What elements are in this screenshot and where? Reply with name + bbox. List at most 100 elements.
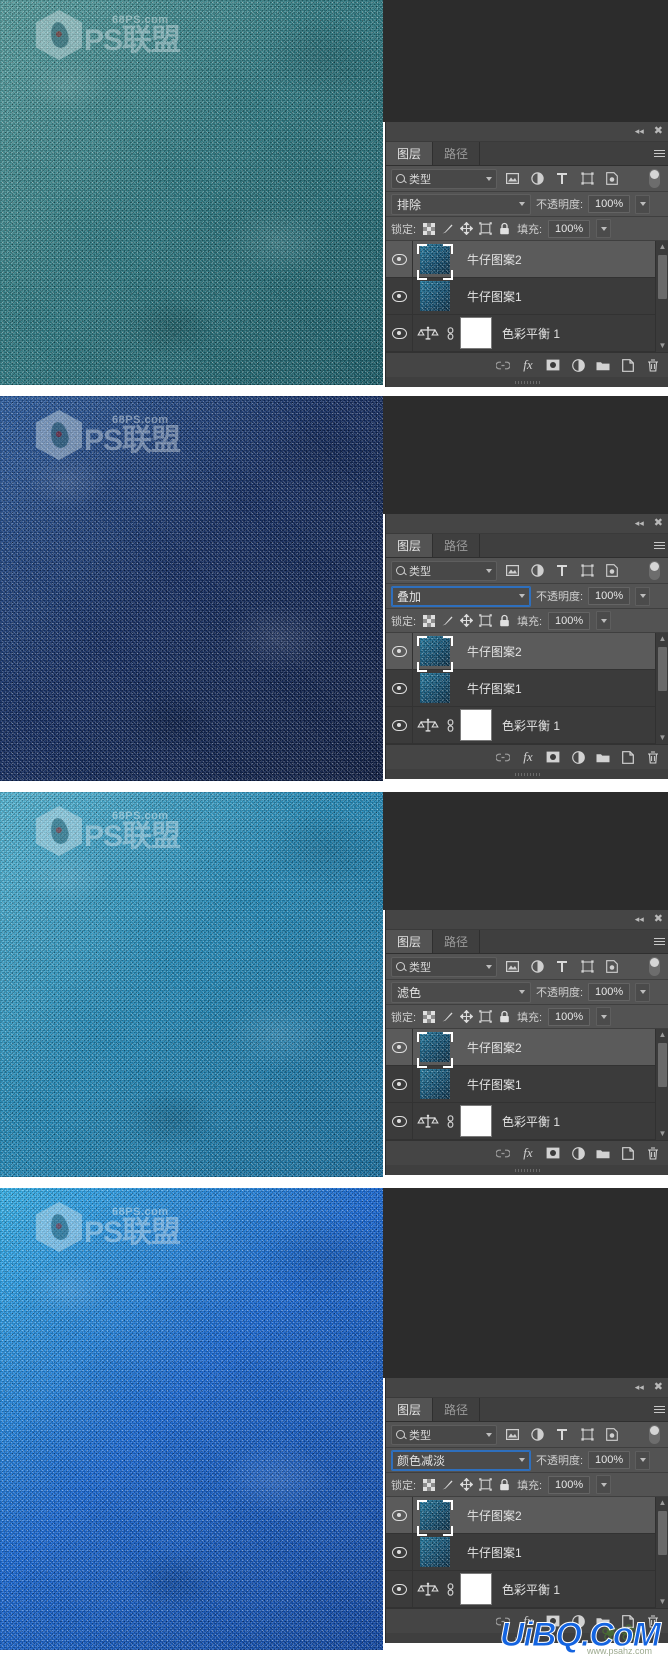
tab-layers[interactable]: 图层 xyxy=(386,534,434,557)
link-layers-icon[interactable] xyxy=(496,1146,510,1160)
mask-link-icon[interactable] xyxy=(443,326,457,340)
blend-mode-select[interactable]: 颜色减淡 xyxy=(391,1449,531,1471)
chevron-up-icon[interactable]: ▲ xyxy=(659,243,667,251)
layer-visibility-toggle[interactable] xyxy=(386,1534,413,1570)
layer-list-scrollbar[interactable]: ▲ ▼ xyxy=(655,1029,668,1140)
lock-artboard-icon[interactable] xyxy=(479,222,492,235)
lock-all-icon[interactable] xyxy=(498,1010,511,1023)
panel-menu-icon[interactable] xyxy=(649,1398,668,1421)
tab-layers[interactable]: 图层 xyxy=(386,1398,434,1421)
lock-position-icon[interactable] xyxy=(460,1478,474,1491)
lock-image-icon[interactable] xyxy=(441,1478,454,1491)
shape-filter-icon[interactable] xyxy=(577,170,597,188)
shape-filter-icon[interactable] xyxy=(577,562,597,580)
delete-layer-icon[interactable] xyxy=(646,1146,660,1160)
lock-position-icon[interactable] xyxy=(460,1010,474,1023)
new-group-icon[interactable] xyxy=(596,750,610,764)
table-row[interactable]: 色彩平衡 1 xyxy=(386,1571,668,1608)
smartobject-filter-icon[interactable] xyxy=(602,958,622,976)
filter-type-select[interactable]: 类型 xyxy=(391,560,497,581)
layer-visibility-toggle[interactable] xyxy=(386,1571,413,1607)
text-filter-icon[interactable] xyxy=(552,170,572,188)
scrollbar-thumb[interactable] xyxy=(658,1511,667,1555)
image-filter-icon[interactable] xyxy=(502,562,522,580)
mask-link-icon[interactable] xyxy=(443,1582,457,1596)
table-row[interactable]: 牛仔图案2 xyxy=(386,241,668,280)
tab-layers[interactable]: 图层 xyxy=(386,930,434,953)
table-row[interactable]: 牛仔图案1 xyxy=(386,1066,668,1103)
panel-resize-grip[interactable] xyxy=(386,377,668,387)
new-group-icon[interactable] xyxy=(596,358,610,372)
layer-visibility-toggle[interactable] xyxy=(386,1066,413,1102)
new-adjustment-layer-icon[interactable] xyxy=(571,1146,585,1160)
table-row[interactable]: 牛仔图案2 xyxy=(386,633,668,672)
layer-visibility-toggle[interactable] xyxy=(386,670,413,706)
close-panel-icon[interactable]: ✖ xyxy=(654,518,663,529)
scrollbar-thumb[interactable] xyxy=(658,647,667,691)
text-filter-icon[interactable] xyxy=(552,1426,572,1444)
panel-resize-grip[interactable] xyxy=(386,769,668,779)
chevron-up-icon[interactable]: ▲ xyxy=(659,635,667,643)
adjustment-filter-icon[interactable] xyxy=(527,1426,547,1444)
blend-mode-select[interactable]: 排除 xyxy=(391,193,531,215)
shape-filter-icon[interactable] xyxy=(577,1426,597,1444)
panel-menu-icon[interactable] xyxy=(649,534,668,557)
fill-stepper-chevron[interactable] xyxy=(596,219,612,238)
opacity-stepper-chevron[interactable] xyxy=(635,586,651,606)
table-row[interactable]: 牛仔图案2 xyxy=(386,1497,668,1536)
close-panel-icon[interactable]: ✖ xyxy=(654,914,663,925)
fill-value[interactable]: 100% xyxy=(548,611,591,630)
panel-resize-grip[interactable] xyxy=(386,1165,668,1175)
fill-value[interactable]: 100% xyxy=(548,219,591,238)
collapse-panel-icon[interactable]: ◂◂ xyxy=(635,1383,644,1392)
opacity-value[interactable]: 100% xyxy=(588,1451,631,1469)
adjustment-filter-icon[interactable] xyxy=(527,562,547,580)
collapse-panel-icon[interactable]: ◂◂ xyxy=(635,519,644,528)
smartobject-filter-icon[interactable] xyxy=(602,562,622,580)
link-layers-icon[interactable] xyxy=(496,750,510,764)
text-filter-icon[interactable] xyxy=(552,562,572,580)
filter-type-select[interactable]: 类型 xyxy=(391,956,497,977)
table-row[interactable]: 牛仔图案1 xyxy=(386,670,668,707)
chevron-down-icon[interactable]: ▼ xyxy=(659,734,667,742)
table-row[interactable]: 色彩平衡 1 xyxy=(386,315,668,352)
new-layer-icon[interactable] xyxy=(621,358,635,372)
panel-menu-icon[interactable] xyxy=(649,930,668,953)
lock-position-icon[interactable] xyxy=(460,614,474,627)
layer-visibility-toggle[interactable] xyxy=(386,278,413,314)
panel-menu-icon[interactable] xyxy=(649,142,668,165)
chevron-down-icon[interactable]: ▼ xyxy=(659,342,667,350)
chevron-up-icon[interactable]: ▲ xyxy=(659,1499,667,1507)
collapse-panel-icon[interactable]: ◂◂ xyxy=(635,127,644,136)
mask-link-icon[interactable] xyxy=(443,718,457,732)
chevron-up-icon[interactable]: ▲ xyxy=(659,1031,667,1039)
tab-paths[interactable]: 路径 xyxy=(433,1398,481,1421)
add-mask-icon[interactable] xyxy=(546,1146,560,1160)
text-filter-icon[interactable] xyxy=(552,958,572,976)
layer-list-scrollbar[interactable]: ▲ ▼ xyxy=(655,1497,668,1608)
new-layer-icon[interactable] xyxy=(621,750,635,764)
table-row[interactable]: 色彩平衡 1 xyxy=(386,707,668,744)
lock-transparency-icon[interactable] xyxy=(422,614,435,627)
link-layers-icon[interactable] xyxy=(496,358,510,372)
shape-filter-icon[interactable] xyxy=(577,958,597,976)
lock-transparency-icon[interactable] xyxy=(422,1010,435,1023)
fill-value[interactable]: 100% xyxy=(548,1007,591,1026)
blend-mode-select[interactable]: 叠加 xyxy=(391,585,531,607)
new-adjustment-layer-icon[interactable] xyxy=(571,750,585,764)
table-row[interactable]: 牛仔图案1 xyxy=(386,278,668,315)
add-mask-icon[interactable] xyxy=(546,358,560,372)
lock-transparency-icon[interactable] xyxy=(422,1478,435,1491)
layer-visibility-toggle[interactable] xyxy=(386,1029,413,1065)
collapse-panel-icon[interactable]: ◂◂ xyxy=(635,915,644,924)
table-row[interactable]: 牛仔图案2 xyxy=(386,1029,668,1068)
new-group-icon[interactable] xyxy=(596,1146,610,1160)
tab-paths[interactable]: 路径 xyxy=(433,142,481,165)
layer-mask-thumbnail[interactable] xyxy=(460,1573,492,1605)
lock-image-icon[interactable] xyxy=(441,222,454,235)
opacity-value[interactable]: 100% xyxy=(588,587,631,605)
scrollbar-thumb[interactable] xyxy=(658,255,667,299)
tab-paths[interactable]: 路径 xyxy=(433,534,481,557)
opacity-value[interactable]: 100% xyxy=(588,983,631,1001)
layer-list-scrollbar[interactable]: ▲ ▼ xyxy=(655,241,668,352)
